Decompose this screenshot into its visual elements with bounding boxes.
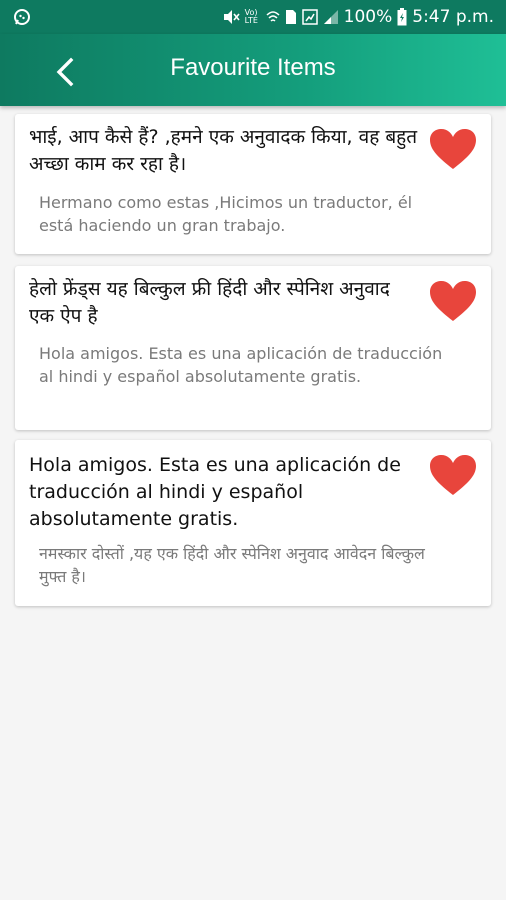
app-bar: Favourite Items [0,34,506,106]
card-translation-text: नमस्कार दोस्तों ,यह एक हिंदी और स्पेनिश … [39,544,425,586]
favourite-card[interactable]: Hola amigos. Esta es una aplicación de t… [15,440,491,606]
card-translation-text: Hermano como estas ,Hicimos un traductor… [39,193,413,235]
card-source-text: Hola amigos. Esta es una aplicación de t… [29,454,401,530]
battery-icon [397,8,407,26]
volte-indicator: Vo) LTE [244,8,258,25]
sim-icon [285,10,296,24]
signal-icon [323,10,338,24]
wifi-icon [266,11,280,22]
page-title: Favourite Items [170,54,336,81]
card-source-text: हेलो फ्रेंड्स यह बिल्कुल फ्री हिंदी और स… [29,278,390,327]
favourite-card[interactable]: हेलो फ्रेंड्स यह बिल्कुल फ्री हिंदी और स… [15,266,491,430]
whatsapp-icon [14,9,30,25]
battery-percent: 100% [343,7,393,27]
mute-icon [223,10,240,24]
status-bar: Vo) LTE 100% 5:47 p.m. [0,0,506,34]
card-translation-text: Hola amigos. Esta es una aplicación de t… [39,344,443,386]
heart-icon[interactable] [429,280,477,322]
favourite-card[interactable]: भाई, आप कैसे हैं? ,हमने एक अनुवादक किया,… [15,114,491,254]
card-source-text: भाई, आप कैसे हैं? ,हमने एक अनुवादक किया,… [29,126,418,175]
data-saver-icon [301,9,318,25]
heart-icon[interactable] [429,454,477,496]
heart-icon[interactable] [429,128,477,170]
clock: 5:47 p.m. [412,7,494,27]
